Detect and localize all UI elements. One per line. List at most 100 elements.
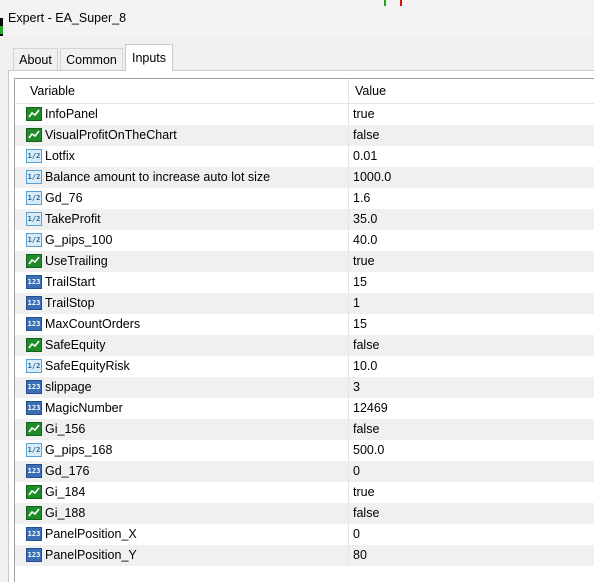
variable-cell: 1/2 Lotfix	[15, 146, 349, 167]
variable-name: SafeEquityRisk	[45, 359, 130, 373]
variable-value[interactable]: 0	[353, 524, 360, 545]
variable-name: TrailStop	[45, 296, 95, 310]
variable-cell: 123 PanelPosition_X	[15, 524, 349, 545]
table-row[interactable]: 1/2 G_pips_168 500.0	[15, 440, 594, 461]
table-row[interactable]: InfoPanel true	[15, 104, 594, 125]
variable-name: SafeEquity	[45, 338, 106, 352]
variable-value[interactable]: 10.0	[353, 356, 377, 377]
table-header: Variable Value	[15, 79, 594, 104]
variable-cell: 1/2 TakeProfit	[15, 209, 349, 230]
double-type-icon: 1/2	[26, 212, 42, 226]
table-row[interactable]: 1/2 TakeProfit 35.0	[15, 209, 594, 230]
variable-value[interactable]: false	[353, 335, 379, 356]
variable-name: MaxCountOrders	[45, 317, 141, 331]
variable-value[interactable]: 15	[353, 314, 367, 335]
variable-value[interactable]: 35.0	[353, 209, 377, 230]
variable-name: Gi_188	[45, 506, 86, 520]
variable-name: TrailStart	[45, 275, 96, 289]
double-type-icon: 1/2	[26, 170, 42, 184]
variable-value[interactable]: false	[353, 419, 379, 440]
inputs-table: Variable Value InfoPanel true VisualProfit…	[14, 78, 594, 582]
variable-name: UseTrailing	[45, 254, 108, 268]
variable-cell: 1/2 G_pips_100	[15, 230, 349, 251]
table-body: InfoPanel true VisualProfitOnTheChart false…	[15, 104, 594, 566]
variable-cell: Gi_188	[15, 503, 349, 524]
table-row[interactable]: Gi_188 false	[15, 503, 594, 524]
variable-cell: VisualProfitOnTheChart	[15, 125, 349, 146]
variable-name: MagicNumber	[45, 401, 123, 415]
int-type-icon: 123	[26, 464, 42, 478]
table-row[interactable]: VisualProfitOnTheChart false	[15, 125, 594, 146]
double-type-icon: 1/2	[26, 149, 42, 163]
int-type-icon: 123	[26, 317, 42, 331]
variable-name: Gd_176	[45, 464, 90, 478]
table-row[interactable]: 1/2 Lotfix 0.01	[15, 146, 594, 167]
bool-type-icon	[26, 338, 42, 352]
bool-type-icon	[26, 107, 42, 121]
table-row[interactable]: UseTrailing true	[15, 251, 594, 272]
variable-name: TakeProfit	[45, 212, 101, 226]
table-row[interactable]: 123 TrailStart 15	[15, 272, 594, 293]
tab-about[interactable]: About	[13, 48, 58, 70]
variable-value[interactable]: 80	[353, 545, 367, 566]
table-row[interactable]: 1/2 Balance amount to increase auto lot s…	[15, 167, 594, 188]
column-header-value[interactable]: Value	[349, 79, 594, 103]
variable-cell: 123 MagicNumber	[15, 398, 349, 419]
table-row[interactable]: Gi_184 true	[15, 482, 594, 503]
table-row[interactable]: SafeEquity false	[15, 335, 594, 356]
table-row[interactable]: 1/2 SafeEquityRisk 10.0	[15, 356, 594, 377]
variable-cell: 1/2 Gd_76	[15, 188, 349, 209]
variable-cell: 123 PanelPosition_Y	[15, 545, 349, 566]
variable-name: Balance amount to increase auto lot size	[45, 170, 271, 184]
variable-value[interactable]: 15	[353, 272, 367, 293]
variable-value[interactable]: 0	[353, 461, 360, 482]
table-row[interactable]: 123 Gd_176 0	[15, 461, 594, 482]
variable-cell: 123 slippage	[15, 377, 349, 398]
table-row[interactable]: 123 TrailStop 1	[15, 293, 594, 314]
table-row[interactable]: 1/2 Gd_76 1.6	[15, 188, 594, 209]
title-bar: Expert - EA_Super_8	[0, 0, 594, 36]
variable-cell: 123 MaxCountOrders	[15, 314, 349, 335]
variable-name: slippage	[45, 380, 92, 394]
table-row[interactable]: 123 PanelPosition_Y 80	[15, 545, 594, 566]
double-type-icon: 1/2	[26, 359, 42, 373]
int-type-icon: 123	[26, 296, 42, 310]
variable-cell: SafeEquity	[15, 335, 349, 356]
variable-cell: InfoPanel	[15, 104, 349, 125]
table-row[interactable]: 123 MagicNumber 12469	[15, 398, 594, 419]
variable-name: G_pips_168	[45, 443, 113, 457]
table-row[interactable]: 123 MaxCountOrders 15	[15, 314, 594, 335]
double-type-icon: 1/2	[26, 233, 42, 247]
variable-value[interactable]: 500.0	[353, 440, 384, 461]
variable-cell: 1/2 G_pips_168	[15, 440, 349, 461]
variable-name: G_pips_100	[45, 233, 113, 247]
int-type-icon: 123	[26, 380, 42, 394]
bool-type-icon	[26, 128, 42, 142]
variable-value[interactable]: 12469	[353, 398, 388, 419]
variable-value[interactable]: 1	[353, 293, 360, 314]
column-header-variable[interactable]: Variable	[15, 79, 349, 103]
table-row[interactable]: 123 slippage 3	[15, 377, 594, 398]
variable-cell: 123 TrailStart	[15, 272, 349, 293]
table-row[interactable]: Gi_156 false	[15, 419, 594, 440]
table-row[interactable]: 123 PanelPosition_X 0	[15, 524, 594, 545]
variable-value[interactable]: 0.01	[353, 146, 377, 167]
table-row[interactable]: 1/2 G_pips_100 40.0	[15, 230, 594, 251]
variable-value[interactable]: 3	[353, 377, 360, 398]
tab-common[interactable]: Common	[60, 48, 123, 70]
variable-value[interactable]: false	[353, 503, 379, 524]
variable-cell: 1/2 SafeEquityRisk	[15, 356, 349, 377]
variable-value[interactable]: true	[353, 251, 375, 272]
variable-cell: Gi_156	[15, 419, 349, 440]
variable-value[interactable]: false	[353, 125, 379, 146]
variable-value[interactable]: true	[353, 104, 375, 125]
variable-name: VisualProfitOnTheChart	[45, 128, 177, 142]
variable-name: Gd_76	[45, 191, 83, 205]
tab-inputs[interactable]: Inputs	[125, 44, 173, 71]
variable-value[interactable]: 1000.0	[353, 167, 391, 188]
bool-type-icon	[26, 254, 42, 268]
variable-name: Gi_156	[45, 422, 86, 436]
variable-value[interactable]: 40.0	[353, 230, 377, 251]
variable-value[interactable]: true	[353, 482, 375, 503]
variable-value[interactable]: 1.6	[353, 188, 370, 209]
